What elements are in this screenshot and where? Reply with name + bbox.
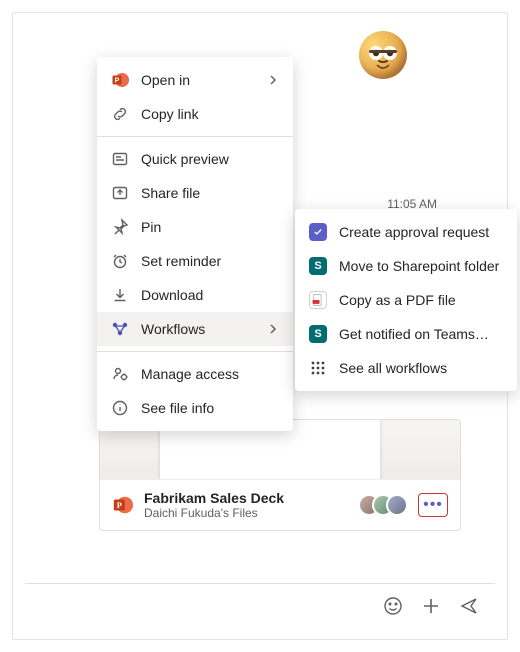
menu-see-file-info[interactable]: See file info [97, 391, 293, 425]
compose-bar [25, 583, 495, 627]
submenu-copy-pdf[interactable]: Copy as a PDF file [295, 283, 517, 317]
menu-workflows[interactable]: Workflows [97, 312, 293, 346]
menu-share-file[interactable]: Share file [97, 176, 293, 210]
send-icon[interactable] [459, 596, 479, 616]
submenu-create-approval[interactable]: Create approval request [295, 215, 517, 249]
pdf-icon [309, 291, 327, 309]
clock-icon [111, 252, 129, 270]
link-icon [111, 105, 129, 123]
menu-pin[interactable]: Pin [97, 210, 293, 244]
sharepoint-icon: S [309, 325, 327, 343]
menu-open-in[interactable]: P Open in [97, 63, 293, 97]
submenu-see-all-workflows[interactable]: See all workflows [295, 351, 517, 385]
approvals-icon [309, 223, 327, 241]
apps-grid-icon [309, 359, 327, 377]
menu-download[interactable]: Download [97, 278, 293, 312]
menu-set-reminder[interactable]: Set reminder [97, 244, 293, 278]
file-context-menu: P Open in Copy link Quick preview Share … [97, 57, 293, 431]
plus-icon[interactable] [421, 596, 441, 616]
pin-icon [111, 218, 129, 236]
download-icon [111, 286, 129, 304]
submenu-move-sharepoint[interactable]: S Move to Sharepoint folder [295, 249, 517, 283]
file-title: Fabrikam Sales Deck [144, 490, 356, 506]
workflows-submenu: Create approval request S Move to Sharep… [295, 209, 517, 391]
menu-copy-link[interactable]: Copy link [97, 97, 293, 131]
workflows-icon [111, 320, 129, 338]
sharepoint-icon: S [309, 257, 327, 275]
powerpoint-icon: P [112, 494, 134, 516]
file-more-actions-button[interactable]: ••• [418, 493, 448, 517]
menu-manage-access[interactable]: Manage access [97, 357, 293, 391]
message-input[interactable] [35, 597, 365, 615]
menu-quick-preview[interactable]: Quick preview [97, 142, 293, 176]
people-settings-icon [111, 365, 129, 383]
info-icon [111, 399, 129, 417]
submenu-get-notified[interactable]: S Get notified on Teams… [295, 317, 517, 351]
sender-avatar[interactable] [359, 31, 407, 79]
share-icon [111, 184, 129, 202]
collaborator-avatars[interactable] [366, 494, 408, 516]
svg-text:P: P [115, 78, 120, 85]
emoji-icon[interactable] [383, 596, 403, 616]
svg-text:P: P [117, 501, 122, 510]
chevron-right-icon [267, 323, 279, 335]
powerpoint-icon: P [111, 71, 129, 89]
file-attachment-card[interactable]: Fabrikam's worldwide sales topped $2000K… [99, 419, 461, 531]
chevron-right-icon [267, 74, 279, 86]
file-location: Daichi Fukuda's Files [144, 506, 356, 520]
preview-icon [111, 150, 129, 168]
